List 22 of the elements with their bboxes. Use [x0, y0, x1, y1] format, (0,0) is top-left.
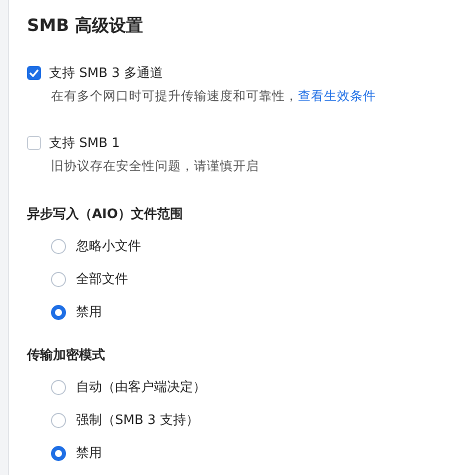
checkbox[interactable]	[27, 136, 41, 150]
radio-button[interactable]	[51, 304, 66, 320]
radio-button[interactable]	[51, 446, 66, 460]
checkbox-label: 支持 SMB 1	[49, 135, 120, 152]
radio-label: 禁用	[76, 304, 102, 321]
radio-label: 自动（由客户端决定）	[76, 379, 206, 396]
radio-button[interactable]	[51, 380, 66, 394]
radio-label: 强制（SMB 3 支持）	[76, 412, 199, 429]
checkbox-label: 支持 SMB 3 多通道	[49, 65, 164, 82]
option-description: 在有多个网口时可提升传输速度和可靠性，查看生效条件	[51, 88, 377, 105]
radio-label: 忽略小文件	[76, 238, 141, 255]
radio-button[interactable]	[51, 238, 66, 254]
conditions-link[interactable]: 查看生效条件	[298, 88, 376, 103]
radio-button[interactable]	[51, 412, 66, 428]
dialog-title: SMB 高级设置	[27, 15, 144, 38]
section-heading: 传输加密模式	[27, 346, 106, 365]
checkbox[interactable]	[27, 66, 41, 80]
radio-label: 全部文件	[76, 271, 128, 288]
radio-button[interactable]	[51, 272, 66, 286]
section-heading: 异步写入（AIO）文件范围	[27, 206, 184, 224]
radio-label: 禁用	[76, 445, 102, 462]
option-description: 旧协议存在安全性问题，请谨慎开启	[51, 158, 260, 175]
